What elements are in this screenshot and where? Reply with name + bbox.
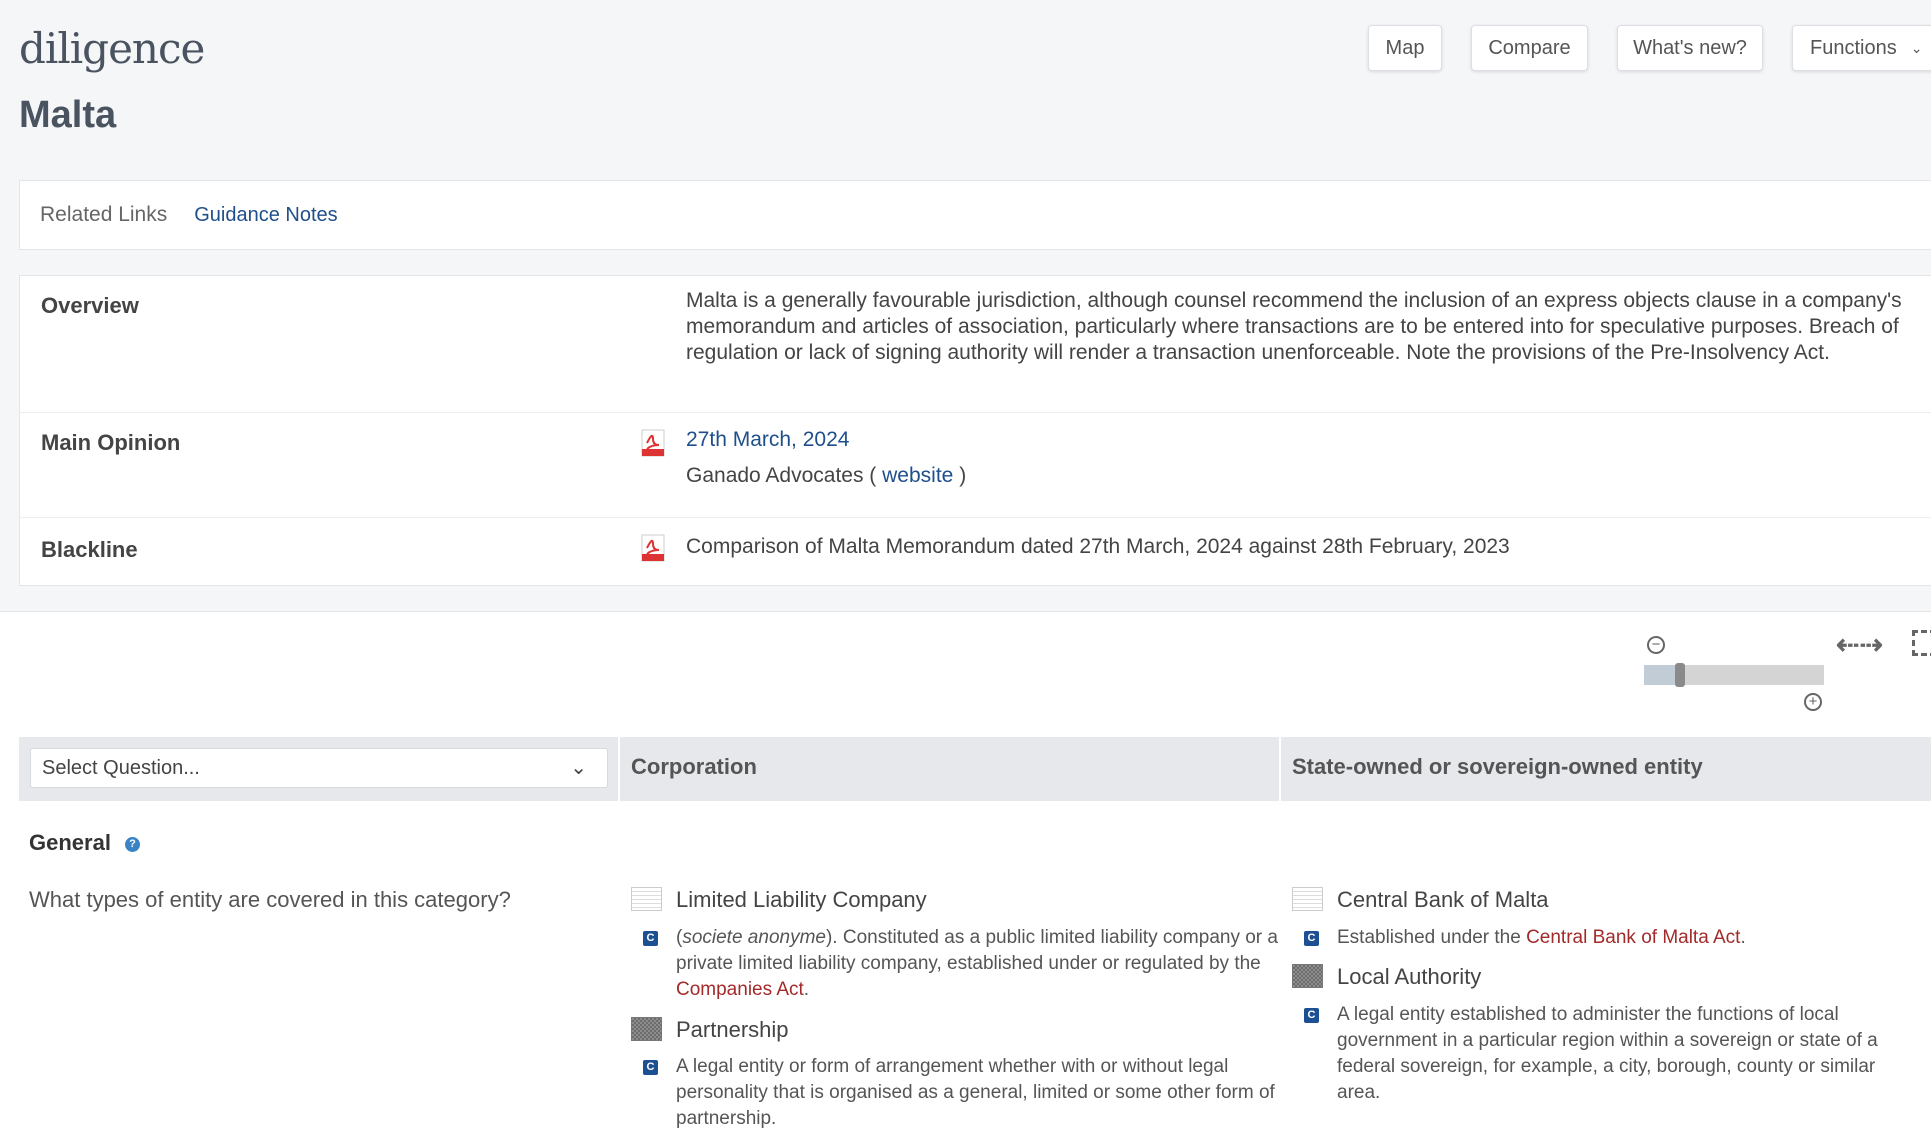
chevron-down-icon: ⌄ bbox=[1910, 39, 1923, 56]
related-links-label: Related Links bbox=[40, 203, 168, 226]
logo[interactable]: diligence bbox=[19, 24, 205, 73]
entity-description: C A legal entity established to administe… bbox=[1292, 1002, 1922, 1106]
blackline-row: Blackline Comparison of Malta Memorandum… bbox=[20, 518, 1931, 587]
help-icon[interactable]: ? bbox=[124, 836, 140, 852]
c-badge-icon: C bbox=[1304, 1008, 1319, 1023]
functions-label: Functions bbox=[1810, 36, 1897, 59]
fit-width-icon[interactable]: ⇠⇢ bbox=[1836, 628, 1883, 661]
firm-name: Ganado Advocates ( bbox=[686, 464, 877, 487]
fullscreen-icon[interactable] bbox=[1912, 630, 1931, 656]
info-table: Overview Malta is a generally favourable… bbox=[19, 275, 1931, 586]
functions-button[interactable]: Functions ⌄ bbox=[1792, 25, 1931, 71]
column-header-state-owned: State-owned or sovereign-owned entity bbox=[1281, 737, 1931, 801]
header-area: diligence Malta Map Compare What's new? … bbox=[0, 0, 1931, 612]
main-opinion-date-link[interactable]: 27th March, 2024 bbox=[686, 428, 849, 451]
entity-item: Partnership bbox=[631, 1017, 789, 1043]
desc-text: Established under the bbox=[1337, 927, 1527, 948]
main-opinion-value: 27th March, 2024 Ganado Advocates ( webs… bbox=[686, 427, 1908, 489]
question-select[interactable]: Select Question... ⌄ bbox=[30, 748, 608, 788]
c-badge-icon: C bbox=[1304, 931, 1319, 946]
overview-row: Overview Malta is a generally favourable… bbox=[20, 276, 1931, 413]
entity-description: C A legal entity or form of arrangement w… bbox=[631, 1054, 1281, 1132]
entity-dark-icon bbox=[631, 1017, 662, 1041]
blackline-label: Blackline bbox=[41, 537, 138, 562]
overview-text: Malta is a generally favourable jurisdic… bbox=[686, 289, 1902, 364]
main-opinion-label: Main Opinion bbox=[41, 430, 181, 455]
c-badge-icon: C bbox=[643, 1060, 658, 1075]
zoom-out-icon[interactable]: − bbox=[1647, 636, 1665, 654]
chevron-down-icon: ⌄ bbox=[570, 757, 587, 779]
central-bank-act-link[interactable]: Central Bank of Malta Act bbox=[1526, 927, 1740, 948]
italic-term: societe anonyme bbox=[682, 927, 826, 948]
website-link[interactable]: website bbox=[882, 464, 953, 487]
entity-dark-icon bbox=[1292, 964, 1323, 988]
compare-button[interactable]: Compare bbox=[1471, 25, 1588, 71]
entity-light-icon bbox=[1292, 887, 1323, 911]
page-title: Malta bbox=[19, 94, 117, 136]
pdf-icon bbox=[641, 534, 665, 562]
section-heading: General? bbox=[29, 830, 140, 856]
c-badge-icon: C bbox=[643, 931, 658, 946]
column-header-corporation: Corporation bbox=[620, 737, 1279, 801]
entity-name: Partnership bbox=[676, 1017, 789, 1042]
entity-item: Central Bank of Malta bbox=[1292, 887, 1549, 913]
whats-new-button[interactable]: What's new? bbox=[1617, 25, 1763, 71]
desc-text: A legal entity established to administer… bbox=[1337, 1004, 1878, 1103]
question-text: What types of entity are covered in this… bbox=[29, 887, 511, 912]
related-links-bar: Related Links Guidance Notes bbox=[19, 180, 1931, 250]
overview-label: Overview bbox=[41, 293, 139, 318]
blackline-link[interactable]: Comparison of Malta Memorandum dated 27t… bbox=[686, 534, 1908, 560]
select-placeholder: Select Question... bbox=[42, 756, 200, 779]
desc-text: A legal entity or form of arrangement wh… bbox=[676, 1056, 1275, 1129]
entity-name: Limited Liability Company bbox=[676, 887, 927, 912]
entity-name: Local Authority bbox=[1337, 964, 1482, 989]
zoom-slider-thumb[interactable] bbox=[1675, 663, 1685, 687]
zoom-in-icon[interactable]: + bbox=[1804, 693, 1822, 711]
entity-name: Central Bank of Malta bbox=[1337, 887, 1549, 912]
section-title: General bbox=[29, 830, 111, 855]
entity-item: Local Authority bbox=[1292, 964, 1481, 990]
desc-end: . bbox=[803, 979, 810, 1000]
entity-light-icon bbox=[631, 887, 662, 911]
entity-description: C Established under the Central Bank of M… bbox=[1292, 925, 1931, 951]
main-opinion-row: Main Opinion 27th March, 2024 Ganado Adv… bbox=[20, 413, 1931, 518]
entity-item: Limited Liability Company bbox=[631, 887, 927, 913]
companies-act-link[interactable]: Companies Act bbox=[676, 979, 804, 1000]
zoom-slider[interactable] bbox=[1644, 663, 1824, 687]
entity-description: C (societe anonyme). Constituted as a pub… bbox=[631, 925, 1281, 1003]
map-button[interactable]: Map bbox=[1368, 25, 1442, 71]
paren: ) bbox=[959, 464, 967, 487]
desc-end: . bbox=[1740, 927, 1746, 948]
guidance-notes-link[interactable]: Guidance Notes bbox=[194, 204, 337, 227]
pdf-icon bbox=[641, 429, 665, 457]
